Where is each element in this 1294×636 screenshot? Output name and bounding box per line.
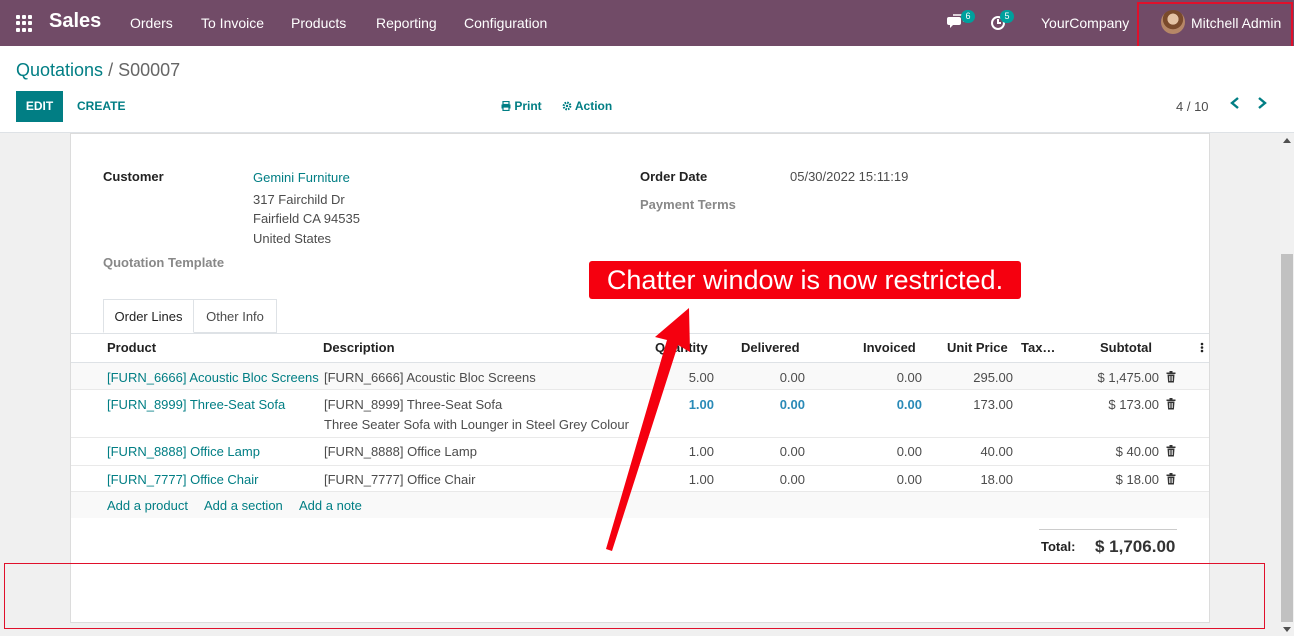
row-invoiced: 0.00 (896, 472, 922, 487)
customer-address-line3: United States (253, 231, 332, 246)
tab-order-lines[interactable]: Order Lines (103, 299, 194, 333)
annotation-callout: Chatter window is now restricted. (589, 261, 1021, 299)
messages-badge: 6 (961, 10, 975, 23)
menu-orders[interactable]: Orders (130, 15, 173, 31)
row-divider (71, 389, 1209, 390)
payment-terms-label: Payment Terms (640, 197, 736, 212)
apps-menu-icon[interactable] (16, 15, 33, 32)
delete-row-icon[interactable] (1166, 398, 1176, 410)
tab-other-info[interactable]: Other Info (194, 299, 277, 333)
col-invoiced[interactable]: Invoiced (863, 340, 916, 355)
menu-reporting[interactable]: Reporting (376, 15, 437, 31)
row-unit-price: 40.00 (980, 444, 1013, 459)
col-product[interactable]: Product (107, 340, 156, 355)
breadcrumb: Quotations / S00007 (16, 60, 180, 81)
scrollbar-thumb[interactable] (1281, 254, 1293, 622)
customer-address-line2: Fairfield CA 94535 (253, 211, 360, 226)
row-description: [FURN_7777] Office Chair (324, 472, 476, 487)
add-note-link[interactable]: Add a note (299, 498, 362, 513)
app-brand[interactable]: Sales (49, 10, 101, 33)
row-invoiced: 0.00 (896, 397, 922, 412)
col-taxes[interactable]: Tax… (1021, 340, 1055, 355)
optional-columns-icon[interactable] (1199, 340, 1205, 357)
row-quantity: 1.00 (688, 444, 714, 459)
row-description: [FURN_6666] Acoustic Bloc Screens (324, 370, 536, 385)
col-unit-price[interactable]: Unit Price (947, 340, 1008, 355)
customer-address-line1: 317 Fairchild Dr (253, 192, 345, 207)
row-delivered: 0.00 (779, 444, 805, 459)
control-panel: Quotations / S00007 EDIT CREATE Print Ac… (0, 46, 1294, 133)
row-delivered: 0.00 (779, 370, 805, 385)
customer-name-link[interactable]: Gemini Furniture (253, 170, 350, 185)
row-subtotal: $ 40.00 (1115, 444, 1159, 459)
row-subtotal: $ 173.00 (1108, 397, 1159, 412)
action-button[interactable]: Action (562, 99, 612, 113)
row-product[interactable]: [FURN_8999] Three-Seat Sofa (107, 397, 285, 412)
print-button[interactable]: Print (501, 99, 542, 113)
delete-row-icon[interactable] (1166, 371, 1176, 383)
order-date-value[interactable]: 05/30/2022 15:11:19 (790, 169, 908, 184)
order-date-label: Order Date (640, 169, 708, 184)
pager-previous-icon[interactable] (1229, 96, 1245, 114)
pager-next-icon[interactable] (1256, 96, 1272, 114)
edit-button[interactable]: EDIT (16, 91, 63, 122)
add-section-link[interactable]: Add a section (204, 498, 283, 513)
menu-to-invoice[interactable]: To Invoice (201, 15, 264, 31)
row-invoiced: 0.00 (896, 370, 922, 385)
scroll-up-arrow-icon[interactable] (1283, 138, 1291, 143)
row-quantity: 1.00 (688, 397, 714, 412)
row-delivered: 0.00 (779, 397, 805, 412)
delete-row-icon[interactable] (1166, 445, 1176, 457)
action-label: Action (574, 99, 613, 113)
top-navbar: Sales Orders To Invoice Products Reporti… (0, 0, 1294, 46)
row-unit-price: 295.00 (973, 370, 1013, 385)
col-quantity[interactable]: Quantity (655, 340, 708, 355)
activities-badge: 5 (1000, 10, 1014, 23)
row-description-detail: Three Seater Sofa with Lounger in Steel … (324, 417, 629, 432)
total-divider (1039, 529, 1177, 530)
menu-products[interactable]: Products (291, 15, 346, 31)
create-button[interactable]: CREATE (77, 99, 125, 113)
row-product[interactable]: [FURN_8888] Office Lamp (107, 444, 260, 459)
chatter-area-highlight (4, 563, 1265, 629)
row-product[interactable]: [FURN_7777] Office Chair (107, 472, 259, 487)
row-description: [FURN_8888] Office Lamp (324, 444, 477, 459)
breadcrumb-quotations[interactable]: Quotations (16, 60, 103, 80)
breadcrumb-separator: / (108, 60, 114, 80)
col-delivered[interactable]: Delivered (741, 340, 800, 355)
total-label: Total: (1041, 539, 1076, 554)
quotation-template-label: Quotation Template (103, 255, 225, 270)
row-unit-price: 18.00 (980, 472, 1013, 487)
total-value: $ 1,706.00 (1095, 537, 1176, 556)
row-quantity: 1.00 (688, 472, 714, 487)
row-invoiced: 0.00 (896, 444, 922, 459)
row-product[interactable]: [FURN_6666] Acoustic Bloc Screens (107, 370, 319, 385)
col-subtotal[interactable]: Subtotal (1100, 340, 1152, 355)
delete-row-icon[interactable] (1166, 473, 1176, 485)
row-unit-price: 173.00 (973, 397, 1013, 412)
printer-icon (501, 100, 511, 112)
row-quantity: 5.00 (688, 370, 714, 385)
breadcrumb-current: S00007 (118, 60, 181, 80)
row-description: [FURN_8999] Three-Seat Sofa (324, 397, 503, 412)
print-label: Print (514, 99, 542, 113)
pager-value[interactable]: 4 / 10 (1176, 99, 1209, 114)
menu-configuration[interactable]: Configuration (464, 15, 547, 31)
row-subtotal: $ 18.00 (1115, 472, 1159, 487)
user-highlight-box (1137, 2, 1293, 50)
row-subtotal: $ 1,475.00 (1097, 370, 1159, 385)
gear-icon (562, 101, 572, 111)
scroll-down-arrow-icon[interactable] (1283, 627, 1291, 632)
add-product-link[interactable]: Add a product (107, 498, 188, 513)
company-switcher[interactable]: YourCompany (1041, 15, 1129, 31)
row-divider (71, 437, 1209, 438)
customer-label: Customer (103, 169, 164, 184)
row-delivered: 0.00 (779, 472, 805, 487)
row-divider (71, 465, 1209, 466)
col-description[interactable]: Description (323, 340, 395, 355)
